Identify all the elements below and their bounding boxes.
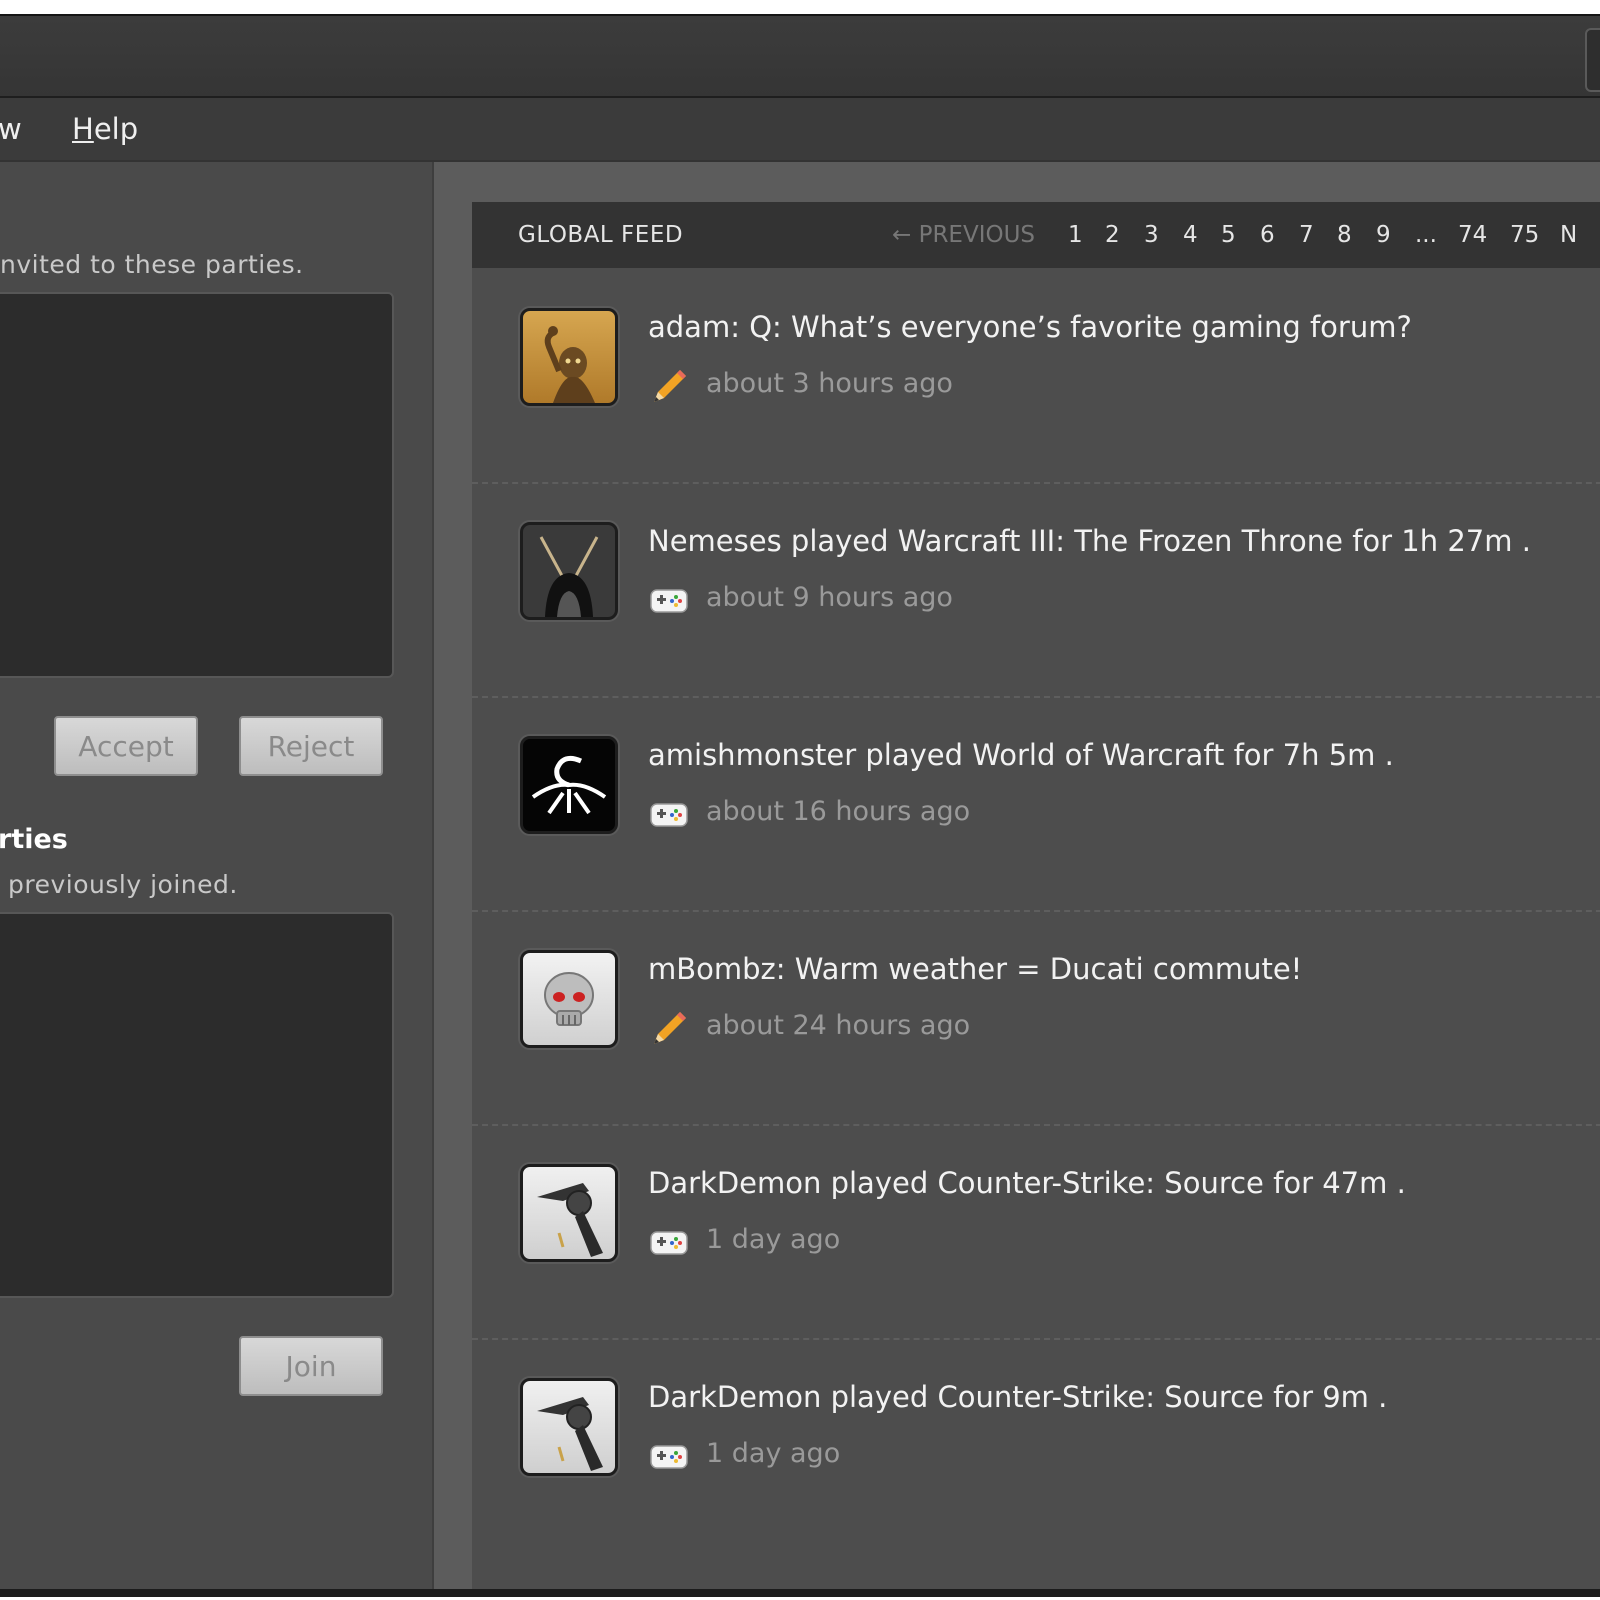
feed-item: adam: Q: What’s everyone’s favorite gami…: [472, 270, 1600, 484]
revolver-avatar[interactable]: [520, 1378, 618, 1476]
parties-title: rties: [0, 824, 68, 855]
gamepad-icon: [650, 1445, 688, 1469]
page-link[interactable]: 8: [1337, 222, 1352, 248]
reject-button[interactable]: Reject: [239, 716, 383, 776]
page-link[interactable]: 75: [1510, 222, 1539, 248]
emblem-avatar[interactable]: [520, 736, 618, 834]
emblem-avatar-image: [531, 755, 607, 815]
feed-item-time: about 3 hours ago: [706, 368, 953, 399]
gamepad-icon: [650, 1231, 688, 1255]
parties-list[interactable]: [0, 912, 394, 1298]
feed-item: Nemeses played Warcraft III: The Frozen …: [472, 484, 1600, 698]
app-window: w Help nvited to these parties. Accept R…: [0, 14, 1600, 1597]
revolver-avatar-image: [537, 1397, 603, 1471]
window-control-button[interactable]: [1585, 28, 1600, 92]
page-link[interactable]: 2: [1105, 222, 1120, 248]
page-link[interactable]: 1: [1068, 222, 1083, 248]
menu-view[interactable]: w: [0, 112, 22, 146]
page-link[interactable]: 3: [1144, 222, 1159, 248]
gollum-avatar-image: [544, 326, 595, 403]
feed-item-time: about 16 hours ago: [706, 796, 971, 827]
parties-hint: previously joined.: [8, 870, 238, 899]
feed-item-text: DarkDemon played Counter-Strike: Source …: [648, 1380, 1388, 1414]
next-page-link[interactable]: N: [1560, 222, 1577, 248]
skull-avatar-image: [544, 972, 594, 1026]
global-feed: GLOBAL FEED ← PREVIOUS 1 2 3 4 5 6 7 8 9…: [472, 202, 1600, 1589]
invites-list[interactable]: [0, 292, 394, 678]
page-link[interactable]: 5: [1221, 222, 1236, 248]
join-button[interactable]: Join: [239, 1336, 383, 1396]
invites-hint: nvited to these parties.: [0, 250, 304, 279]
menu-help-mnemonic: H: [72, 112, 94, 146]
feed-title: GLOBAL FEED: [518, 222, 684, 248]
feed-item: amishmonster played World of Warcraft fo…: [472, 698, 1600, 912]
pencil-icon: [654, 1012, 686, 1044]
gamepad-icon: [650, 589, 688, 613]
feed-item: mBombz: Warm weather = Ducati commute! a…: [472, 912, 1600, 1126]
feed-header: GLOBAL FEED ← PREVIOUS 1 2 3 4 5 6 7 8 9…: [472, 202, 1600, 268]
feed-item-time: about 24 hours ago: [706, 1010, 971, 1041]
gamepad-icon: [650, 803, 688, 827]
menu-help[interactable]: Help: [72, 112, 138, 146]
gollum-avatar[interactable]: [520, 308, 618, 406]
page-link[interactable]: 6: [1260, 222, 1275, 248]
previous-page-link[interactable]: ← PREVIOUS: [892, 222, 1035, 248]
pencil-icon: [654, 370, 686, 402]
feed-item-time: about 9 hours ago: [706, 582, 953, 613]
parties-panel: nvited to these parties. Accept Reject r…: [0, 162, 434, 1589]
page-link[interactable]: 9: [1376, 222, 1391, 248]
feed-item-text: DarkDemon played Counter-Strike: Source …: [648, 1166, 1406, 1200]
feed-item: DarkDemon played Counter-Strike: Source …: [472, 1126, 1600, 1340]
page-ellipsis: ...: [1415, 222, 1437, 248]
feed-item-text: adam: Q: What’s everyone’s favorite gami…: [648, 310, 1412, 344]
page-link[interactable]: 7: [1299, 222, 1314, 248]
feed-item-text: Nemeses played Warcraft III: The Frozen …: [648, 524, 1531, 558]
dark-creature-avatar[interactable]: [520, 522, 618, 620]
title-bar: [0, 16, 1600, 98]
feed-item-time: 1 day ago: [706, 1438, 841, 1469]
menu-bar: w Help: [0, 98, 1600, 162]
page-link[interactable]: 74: [1458, 222, 1487, 248]
skull-avatar[interactable]: [520, 950, 618, 1048]
revolver-avatar-image: [537, 1183, 603, 1257]
feed-item-time: 1 day ago: [706, 1224, 841, 1255]
page-link[interactable]: 4: [1183, 222, 1198, 248]
revolver-avatar[interactable]: [520, 1164, 618, 1262]
feed-item-text: mBombz: Warm weather = Ducati commute!: [648, 952, 1303, 986]
dark-creature-avatar-image: [539, 536, 599, 617]
menu-help-rest: elp: [93, 112, 139, 146]
feed-item: DarkDemon played Counter-Strike: Source …: [472, 1340, 1600, 1552]
feed-item-text: amishmonster played World of Warcraft fo…: [648, 738, 1394, 772]
feed-area: GLOBAL FEED ← PREVIOUS 1 2 3 4 5 6 7 8 9…: [434, 162, 1600, 1589]
accept-button[interactable]: Accept: [54, 716, 198, 776]
